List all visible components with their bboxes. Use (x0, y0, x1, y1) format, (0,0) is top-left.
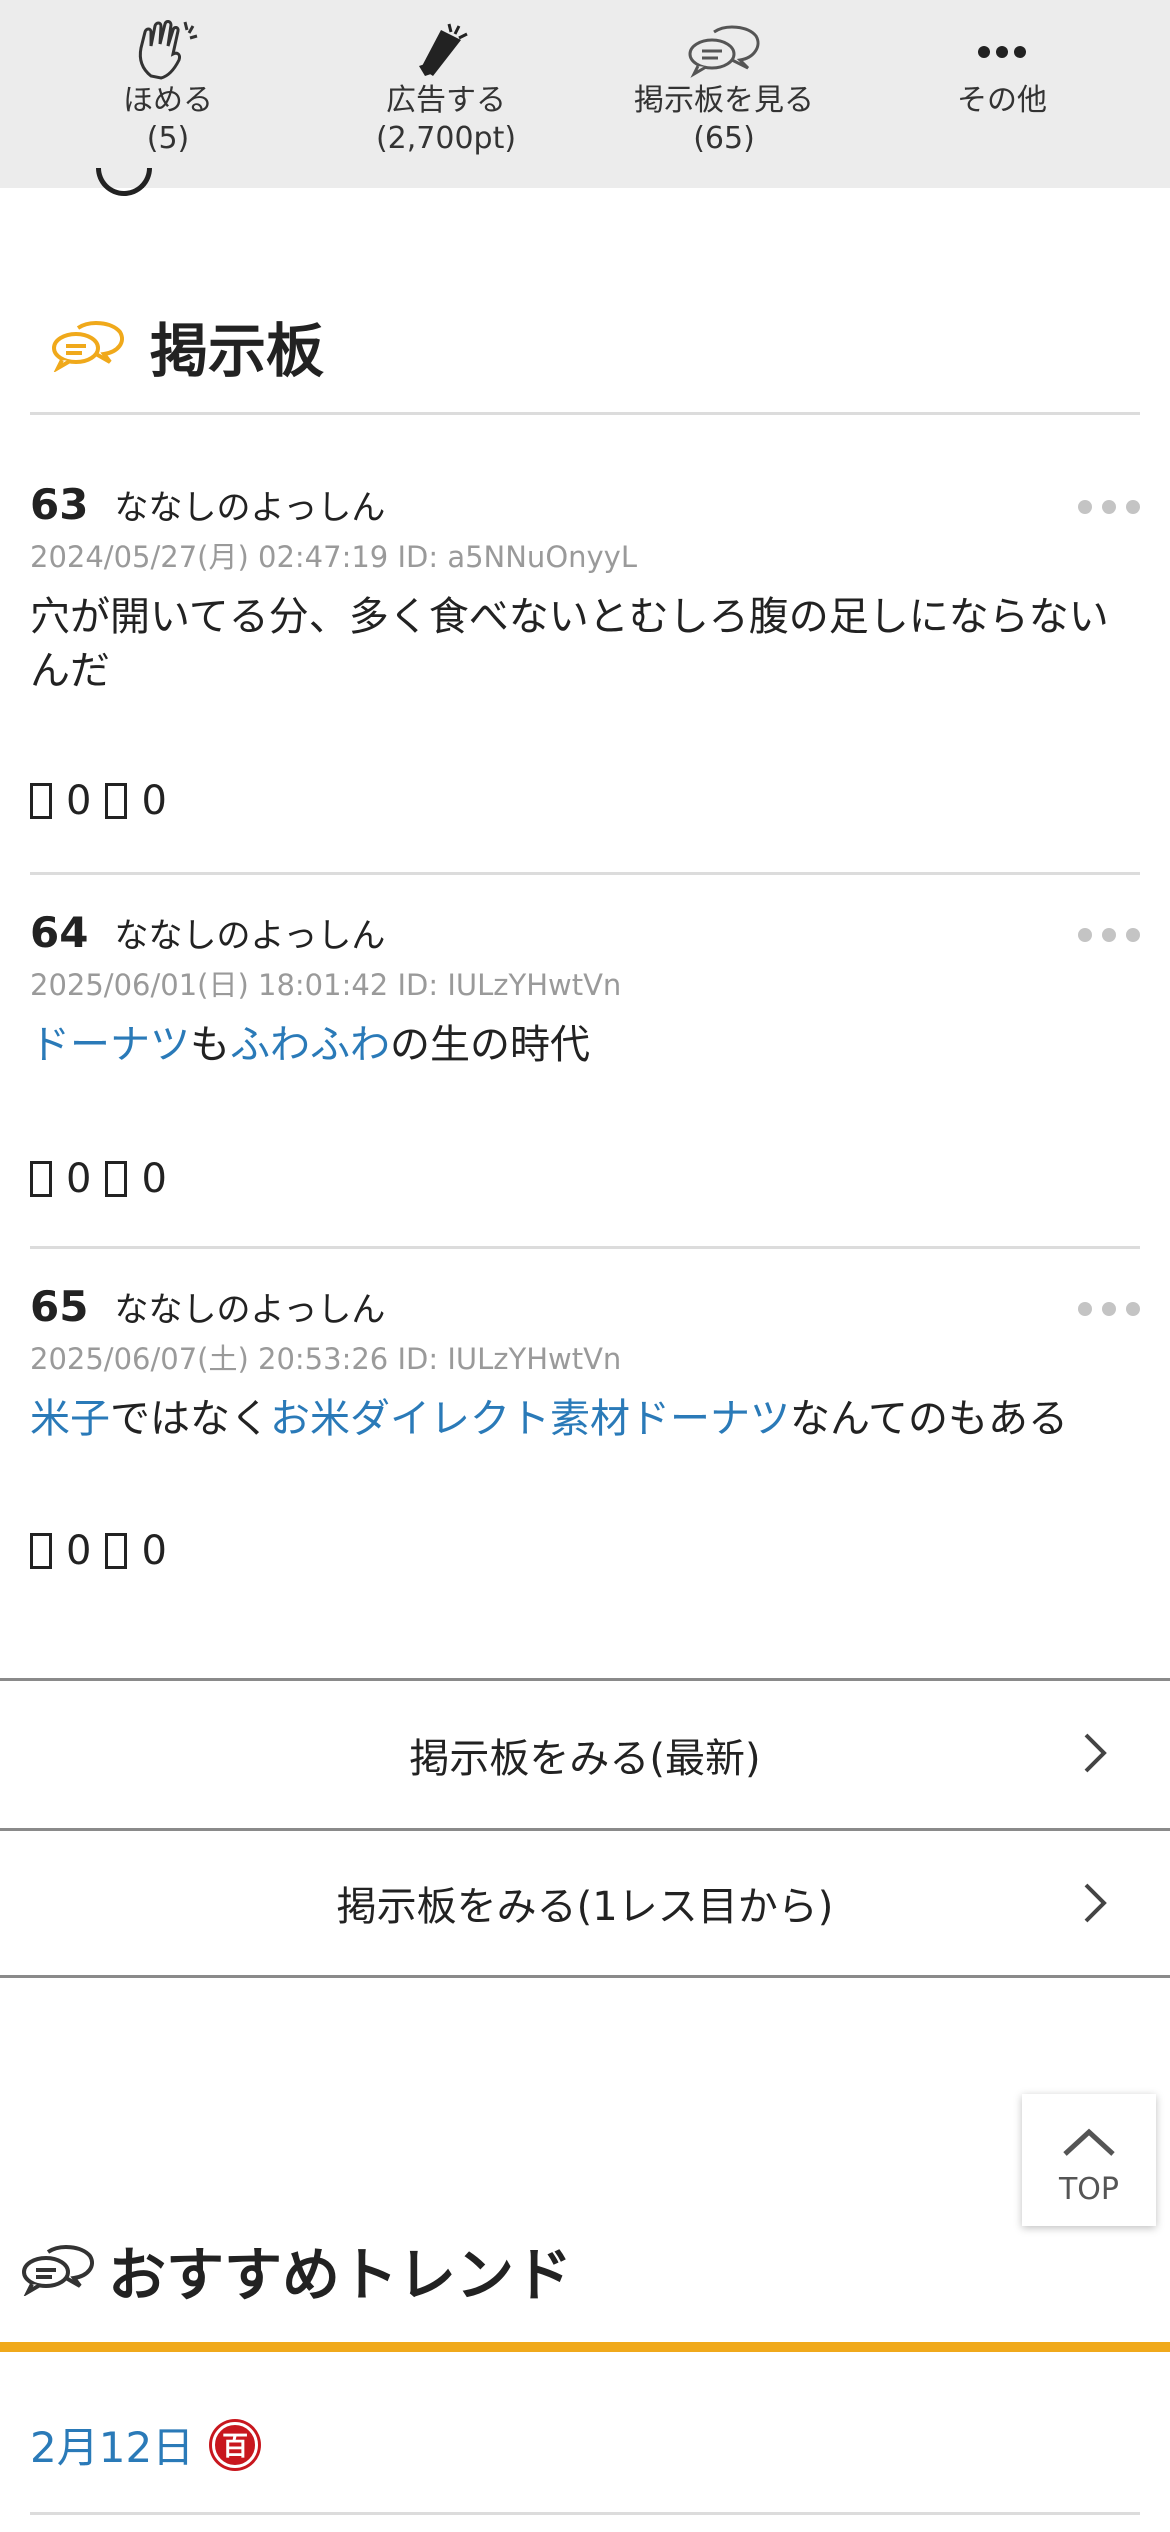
post-meta: 2025/06/07(土) 20:53:26 ID: IULzYHwtVn (30, 1342, 622, 1376)
encyclopedia-badge-icon: 百 (212, 2421, 259, 2468)
post-meta: 2024/05/27(月) 02:47:19 ID: a5NNuOnyyL (30, 540, 638, 574)
praise-count: (5) (146, 121, 190, 156)
more-button[interactable]: その他 (862, 18, 1142, 120)
post-text: ではなく (110, 1396, 270, 1442)
board-title: 掲示板 (150, 317, 325, 385)
post-body: ドーナツもふわふわの生の時代 (30, 1018, 1140, 1072)
chevron-up-icon (1063, 2128, 1115, 2156)
divider (30, 412, 1140, 415)
view-board-button[interactable]: 掲示板を見る (65) (584, 18, 864, 158)
post-author: ななしのよっしん (114, 916, 386, 956)
post-number[interactable]: 63 (30, 480, 88, 529)
post-menu-icon[interactable] (1078, 1302, 1140, 1316)
advertise-label: 広告する (386, 83, 506, 118)
keyword-link[interactable]: ドーナツ (30, 1022, 190, 1068)
board-post: 64 ななしのよっしん 2025/06/01(日) 18:01:42 ID: I… (30, 908, 1140, 1202)
bad-icon[interactable] (105, 783, 128, 819)
praise-button[interactable]: ほめる (5) (28, 18, 308, 158)
avatar (96, 168, 152, 196)
post-author: ななしのよっしん (114, 488, 386, 528)
post-meta: 2025/06/01(日) 18:01:42 ID: IULzYHwtVn (30, 968, 622, 1002)
advertise-button[interactable]: 広告する (2,700pt) (306, 18, 586, 158)
post-votes: 0 0 (30, 1156, 181, 1202)
more-dots-icon (862, 18, 1142, 82)
keyword-link[interactable]: 米子 (30, 1396, 110, 1442)
chat-bubbles-icon (584, 18, 864, 82)
view-board-latest-label: 掲示板をみる(最新) (409, 1735, 761, 1782)
post-number[interactable]: 65 (30, 1282, 88, 1331)
post-text: も (190, 1022, 230, 1068)
good-icon[interactable] (30, 1161, 52, 1197)
post-votes: 0 0 (30, 778, 181, 824)
good-count: 0 (66, 1528, 92, 1574)
more-label: その他 (957, 83, 1047, 118)
bad-icon[interactable] (105, 1533, 128, 1569)
view-board-first-link[interactable]: 掲示板をみる(1レス目から) (0, 1828, 1170, 1978)
post-menu-icon[interactable] (1078, 500, 1140, 514)
bad-icon[interactable] (105, 1161, 128, 1197)
post-votes: 0 0 (30, 1528, 181, 1574)
post-number[interactable]: 64 (30, 908, 88, 957)
divider (30, 872, 1140, 875)
view-board-latest-link[interactable]: 掲示板をみる(最新) (0, 1678, 1170, 1828)
trends-heading: おすすめトレンド (20, 2230, 572, 2310)
board-heading: 掲示板 (50, 306, 324, 386)
post-body: 米子ではなくお米ダイレクト素材ドーナツなんてのもある (30, 1392, 1140, 1446)
bad-count: 0 (141, 1528, 167, 1574)
advertise-count: (2,700pt) (375, 121, 517, 156)
post-author: ななしのよっしん (114, 1290, 386, 1330)
good-icon[interactable] (30, 1533, 52, 1569)
chat-bubbles-icon (50, 316, 126, 376)
view-board-label: 掲示板を見る (634, 83, 814, 118)
megaphone-icon (306, 18, 586, 82)
keyword-link[interactable]: お米ダイレクト素材ドーナツ (270, 1396, 790, 1442)
post-text: なんてのもある (790, 1396, 1068, 1442)
good-icon[interactable] (30, 783, 52, 819)
keyword-link[interactable]: ふわふわ (230, 1022, 390, 1068)
good-count: 0 (66, 778, 92, 824)
clap-icon (28, 18, 308, 82)
trends-title: おすすめトレンド (108, 2241, 573, 2309)
view-board-first-label: 掲示板をみる(1レス目から) (336, 1884, 834, 1930)
bad-count: 0 (141, 778, 167, 824)
action-bar: ほめる (5) 広告する (2,700pt) 掲示板を見る (65) その他 (0, 0, 1170, 188)
bad-count: 0 (141, 1156, 167, 1202)
trends-accent-bar (0, 2342, 1170, 2352)
chevron-right-icon (1084, 1883, 1107, 1923)
post-menu-icon[interactable] (1078, 928, 1140, 942)
board-post: 65 ななしのよっしん 2025/06/07(土) 20:53:26 ID: I… (30, 1282, 1140, 1574)
scroll-top-label: TOP (1058, 2172, 1120, 2207)
board-post: 63 ななしのよっしん 2024/05/27(月) 02:47:19 ID: a… (30, 480, 1140, 824)
praise-label: ほめる (123, 83, 213, 118)
divider (30, 1246, 1140, 1249)
scroll-top-button[interactable]: TOP (1022, 2094, 1156, 2226)
post-text: の生の時代 (390, 1022, 590, 1068)
chevron-right-icon (1084, 1733, 1107, 1773)
trend-date-link[interactable]: 2月12日 百 (30, 2414, 259, 2475)
view-board-count: (65) (693, 121, 755, 156)
post-body: 穴が開いてる分、多く食べないとむしろ腹の足しにならないんだ (30, 594, 1109, 694)
chat-bubbles-icon (20, 2240, 96, 2300)
trend-date[interactable]: 2月12日 (30, 2414, 194, 2475)
good-count: 0 (66, 1156, 92, 1202)
divider (30, 2512, 1140, 2515)
